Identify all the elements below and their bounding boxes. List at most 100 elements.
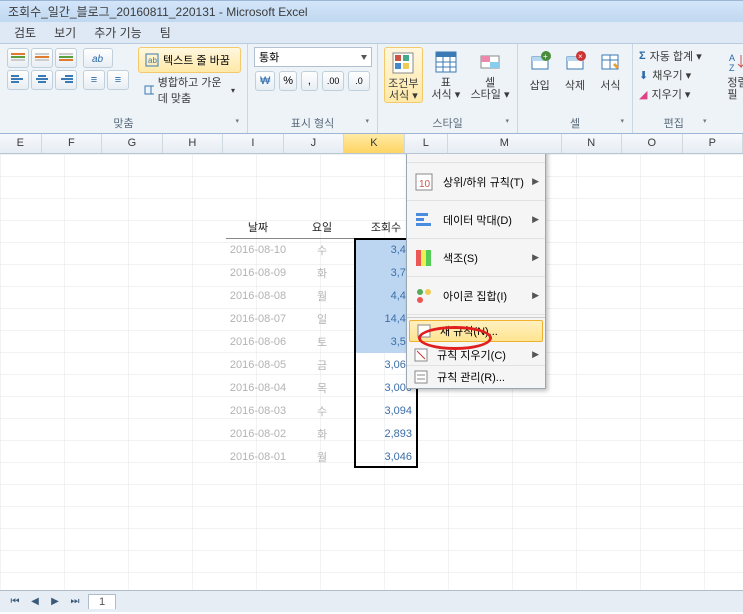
- cell-day[interactable]: 수: [290, 238, 354, 261]
- merge-icon: [144, 83, 154, 97]
- cell-day[interactable]: 일: [290, 307, 354, 330]
- increase-decimal-button[interactable]: .00: [322, 71, 344, 91]
- cell-date[interactable]: 2016-08-04: [226, 376, 290, 399]
- col-header[interactable]: N: [562, 134, 623, 153]
- cell-date[interactable]: 2016-08-09: [226, 261, 290, 284]
- align-top-button[interactable]: [7, 48, 29, 68]
- col-header[interactable]: H: [163, 134, 224, 153]
- sheet-tab[interactable]: 1: [88, 594, 116, 609]
- group-styles: 조건부 서식 ▾ 표 서식 ▾ 셀 스타일 ▾ 스타일: [378, 44, 518, 133]
- window-titlebar: 조회수_일간_블로그_20160811_220131 - Microsoft E…: [0, 0, 743, 22]
- cell-day[interactable]: 목: [290, 376, 354, 399]
- col-header[interactable]: E: [0, 134, 42, 153]
- align-center-button[interactable]: [31, 70, 53, 90]
- menu-new-rule[interactable]: 새 규칙(N)...: [409, 320, 543, 342]
- col-header[interactable]: G: [102, 134, 163, 153]
- tab-nav-first[interactable]: ⏮: [8, 596, 22, 607]
- delete-label: 삭제: [565, 77, 585, 93]
- cell-day[interactable]: 월: [290, 284, 354, 307]
- cell-date[interactable]: 2016-08-01: [226, 445, 290, 468]
- cell-styles-button[interactable]: 셀 스타일 ▾: [469, 47, 511, 101]
- decrease-indent-button[interactable]: ≡: [83, 70, 105, 90]
- menu-clear-rules[interactable]: 규칙 지우기(C) ▶: [407, 344, 545, 366]
- worksheet[interactable]: 날짜 요일 조회수 2016-08-10수3,48 2016-08-09화3,7…: [0, 154, 743, 612]
- tab-nav-prev[interactable]: ◀: [28, 596, 42, 607]
- cell-date[interactable]: 2016-08-05: [226, 353, 290, 376]
- col-header-selected[interactable]: K: [344, 134, 405, 153]
- align-middle-button[interactable]: [31, 48, 53, 68]
- conditional-formatting-button[interactable]: 조건부 서식 ▾: [384, 47, 423, 103]
- col-header[interactable]: J: [284, 134, 345, 153]
- fill-button[interactable]: ⬇ 채우기 ▾: [639, 66, 702, 84]
- cell-day[interactable]: 월: [290, 445, 354, 468]
- col-header[interactable]: P: [683, 134, 743, 153]
- format-icon: [597, 49, 623, 75]
- autosum-button[interactable]: Σ 자동 합계 ▾: [639, 47, 702, 65]
- cell-day[interactable]: 금: [290, 353, 354, 376]
- cell-date[interactable]: 2016-08-08: [226, 284, 290, 307]
- cell-day[interactable]: 화: [290, 261, 354, 284]
- cell-views[interactable]: 2,893: [354, 422, 418, 445]
- cell-day[interactable]: 수: [290, 399, 354, 422]
- menu-data-bars[interactable]: 데이터 막대(D) ▶: [407, 201, 545, 239]
- svg-text:×: ×: [578, 52, 583, 61]
- cell-date[interactable]: 2016-08-10: [226, 238, 290, 261]
- svg-text:A: A: [729, 53, 735, 63]
- align-right-button[interactable]: [55, 70, 77, 90]
- col-header[interactable]: I: [223, 134, 284, 153]
- cell-views[interactable]: 3,094: [354, 399, 418, 422]
- cell-day[interactable]: 화: [290, 422, 354, 445]
- menu-label: 규칙 지우기(C): [437, 347, 506, 363]
- col-header[interactable]: F: [42, 134, 103, 153]
- cell-date[interactable]: 2016-08-07: [226, 307, 290, 330]
- cell-date[interactable]: 2016-08-02: [226, 422, 290, 445]
- cell-day[interactable]: 토: [290, 330, 354, 353]
- cell-styles-icon: [477, 49, 503, 75]
- format-button[interactable]: 서식: [595, 47, 626, 93]
- currency-button[interactable]: ₩: [255, 71, 275, 91]
- sort-filter-button[interactable]: AZ 정렬 필: [721, 47, 743, 101]
- cell-views[interactable]: 3,046: [354, 445, 418, 468]
- menu-color-scales[interactable]: 색조(S) ▶: [407, 239, 545, 277]
- align-bottom-button[interactable]: [55, 48, 77, 68]
- group-cells: + 삽입 × 삭제 서식 셀: [518, 44, 633, 133]
- submenu-arrow-icon: ▶: [532, 252, 539, 263]
- tab-review[interactable]: 검토: [14, 24, 36, 41]
- align-left-button[interactable]: [7, 70, 29, 90]
- merge-center-button[interactable]: 병합하고 가운데 맞춤 ▾: [138, 77, 241, 103]
- submenu-arrow-icon: ▶: [532, 176, 539, 187]
- menu-top-bottom[interactable]: 10 상위/하위 규칙(T) ▶: [407, 163, 545, 201]
- clear-button[interactable]: ◢ 지우기 ▾: [639, 85, 702, 103]
- format-as-table-button[interactable]: 표 서식 ▾: [427, 47, 465, 101]
- delete-button[interactable]: × 삭제: [559, 47, 590, 93]
- tab-nav-next[interactable]: ▶: [48, 596, 62, 607]
- svg-text:10: 10: [419, 179, 431, 190]
- menu-manage-rules[interactable]: 규칙 관리(R)...: [407, 366, 545, 388]
- number-format-value: 통화: [259, 49, 279, 65]
- menu-separator: [407, 317, 545, 318]
- col-header[interactable]: M: [448, 134, 561, 153]
- percent-button[interactable]: %: [279, 71, 296, 91]
- tab-addins[interactable]: 추가 기능: [94, 24, 142, 41]
- cell-date[interactable]: 2016-08-06: [226, 330, 290, 353]
- cond-fmt-label: 조건부 서식 ▾: [388, 78, 418, 102]
- group-label-number: 표시 형식: [254, 113, 371, 133]
- tab-nav-last[interactable]: ⏭: [68, 596, 82, 607]
- number-format-dropdown[interactable]: 통화: [254, 47, 372, 67]
- wrap-text-button[interactable]: ab 텍스트 줄 바꿈: [138, 47, 241, 73]
- insert-button[interactable]: + 삽입: [524, 47, 555, 93]
- tab-team[interactable]: 팀: [160, 24, 171, 41]
- menu-highlight-cells[interactable]: 셀 강조 규칙(H) ▶: [407, 154, 545, 163]
- comma-button[interactable]: ,: [301, 71, 318, 91]
- menu-icon-sets[interactable]: 아이콘 집합(I) ▶: [407, 277, 545, 315]
- cell-date[interactable]: 2016-08-03: [226, 399, 290, 422]
- orientation-button[interactable]: ab: [83, 48, 113, 68]
- insert-label: 삽입: [530, 77, 550, 93]
- col-header[interactable]: L: [405, 134, 449, 153]
- manage-rules-icon: [413, 369, 429, 385]
- increase-indent-button[interactable]: ≡: [107, 70, 129, 90]
- data-region: 날짜 요일 조회수 2016-08-10수3,48 2016-08-09화3,7…: [226, 216, 418, 468]
- decrease-decimal-button[interactable]: .0: [348, 71, 370, 91]
- tab-view[interactable]: 보기: [54, 24, 76, 41]
- col-header[interactable]: O: [622, 134, 683, 153]
